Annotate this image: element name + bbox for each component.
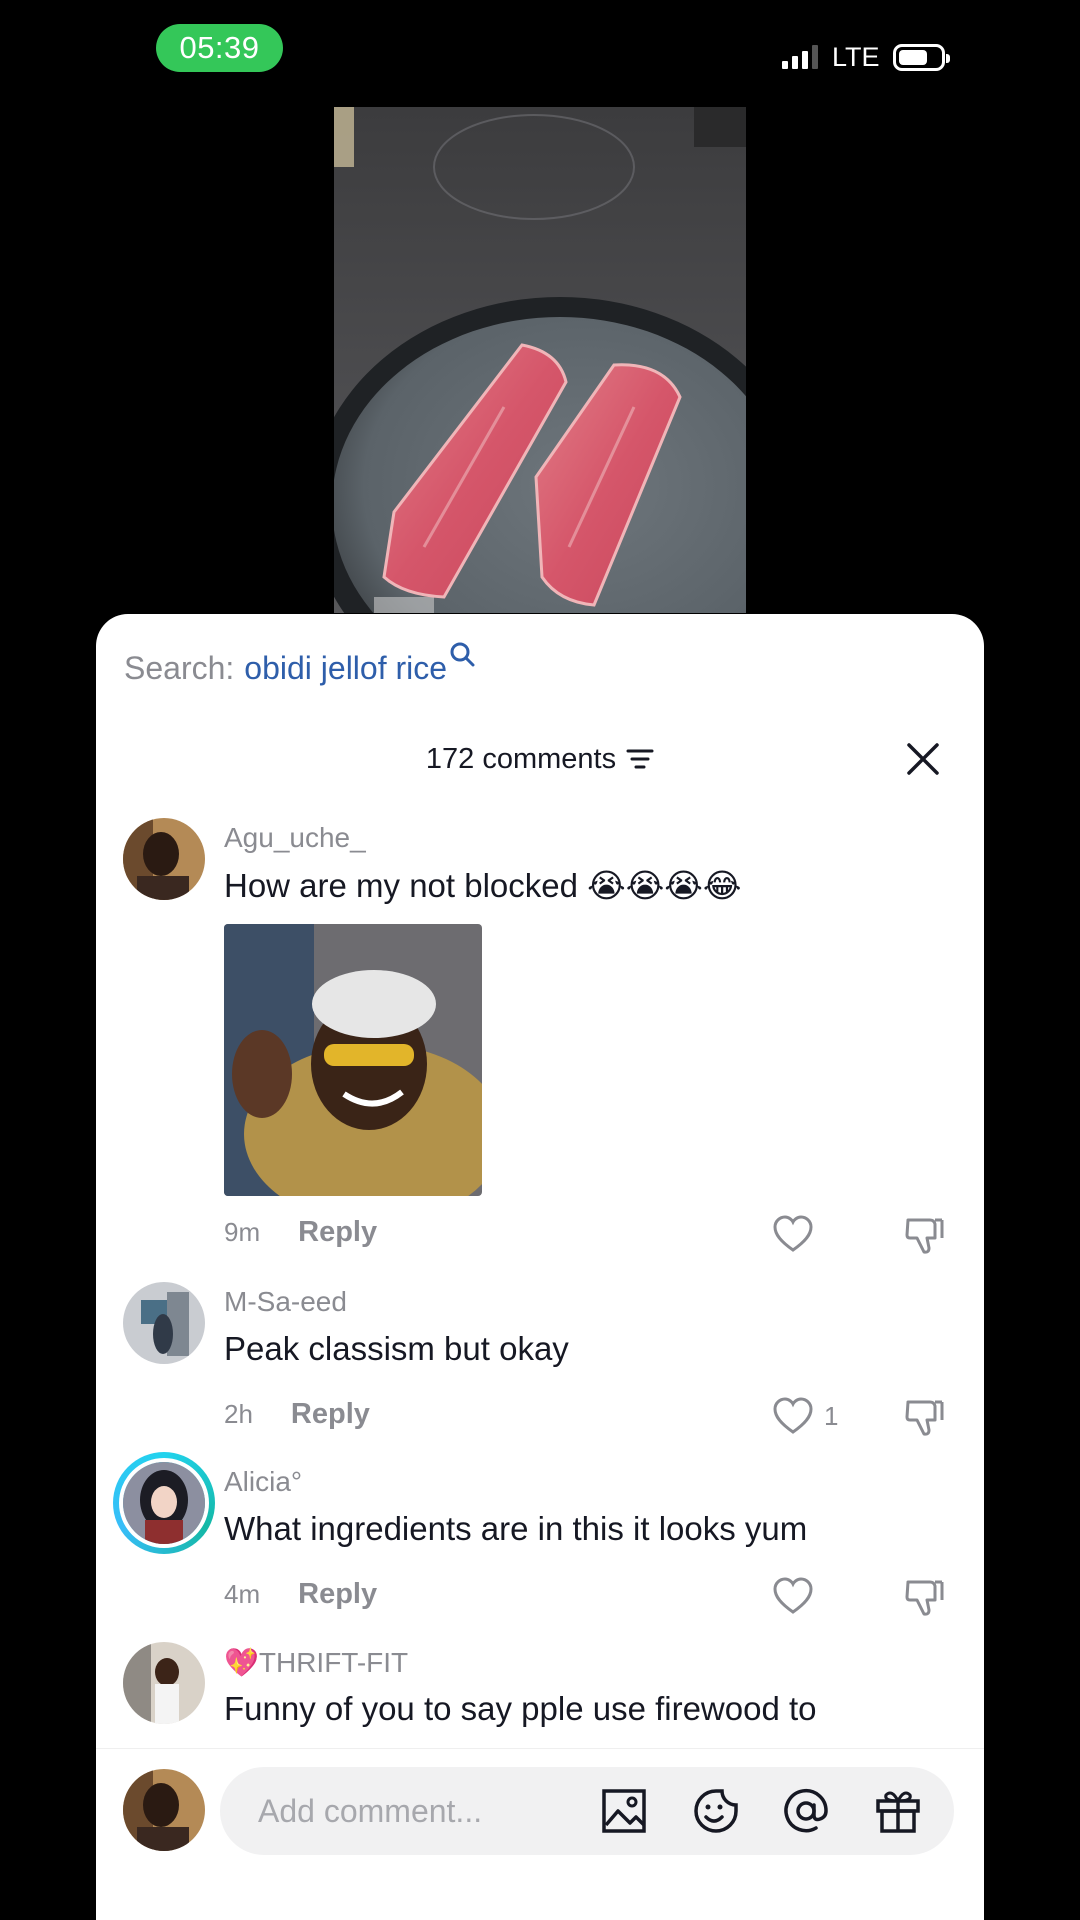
like-button[interactable]	[772, 1577, 814, 1615]
comment-text: How are my not blocked 😭😭😭😂	[224, 867, 742, 904]
image-icon[interactable]	[600, 1787, 648, 1835]
network-label: LTE	[832, 41, 880, 72]
comments-header: 172 comments	[96, 734, 984, 784]
video-player[interactable]	[334, 107, 746, 613]
avatar[interactable]	[123, 1642, 205, 1724]
status-indicators: LTE	[782, 41, 950, 72]
comment-text: Funny of you to say pple use firewood to	[224, 1690, 817, 1727]
search-prefix: Search:	[124, 650, 235, 686]
comment-composer	[96, 1748, 984, 1920]
comment-meta: 4m Reply	[224, 1578, 377, 1611]
comment-username[interactable]: 💖THRIFT-FIT	[224, 1646, 408, 1679]
comment-text: What ingredients are in this it looks yu…	[224, 1510, 808, 1547]
comment-username[interactable]: Agu_uche_	[224, 822, 366, 854]
avatar[interactable]	[123, 1282, 205, 1364]
heart-icon	[773, 1215, 813, 1252]
search-icon	[450, 642, 475, 667]
filter-lines-icon	[626, 749, 654, 769]
comment-time: 4m	[224, 1579, 261, 1609]
comments-count: 172 comments	[425, 743, 617, 775]
reply-button[interactable]: Reply	[291, 1398, 370, 1431]
search-suggestion[interactable]: Search: obidi jellof rice	[124, 642, 475, 687]
comment-time: 2h	[224, 1399, 253, 1429]
gift-icon[interactable]	[874, 1787, 922, 1835]
dislike-icon[interactable]	[904, 1214, 946, 1256]
heart-icon	[773, 1577, 813, 1614]
close-x-icon[interactable]	[906, 742, 940, 776]
comments-sheet: Search: obidi jellof rice 172 comments A…	[96, 614, 984, 1920]
signal-icon	[782, 45, 818, 69]
comment-time: 9m	[224, 1217, 261, 1247]
like-button[interactable]: 1	[772, 1397, 838, 1435]
comment-meta: 2h Reply	[224, 1398, 370, 1431]
reply-button[interactable]: Reply	[298, 1578, 377, 1611]
comments-count-sort[interactable]: 172 comments	[96, 734, 984, 784]
video-frame-image	[334, 107, 746, 613]
status-time: 05:39	[156, 24, 283, 72]
battery-icon	[892, 43, 950, 71]
comment-item: Alicia° What ingredients are in this it …	[96, 1452, 984, 1642]
reply-button[interactable]: Reply	[298, 1216, 377, 1249]
comment-input-container[interactable]	[220, 1767, 954, 1855]
comment-item: M-Sa-eed Peak classism but okay 2h Reply…	[96, 1282, 984, 1462]
like-count: 1	[824, 1400, 839, 1431]
comment-item: Agu_uche_ How are my not blocked 😭😭😭😂 9m…	[96, 818, 984, 1328]
search-term-link[interactable]: obidi jellof rice	[244, 650, 447, 687]
comment-meta: 9m Reply	[224, 1216, 377, 1249]
comment-input[interactable]	[258, 1767, 578, 1855]
like-button[interactable]	[772, 1215, 814, 1253]
comment-text: Peak classism but okay	[224, 1330, 569, 1367]
comment-item: 💖THRIFT-FIT Funny of you to say pple use…	[96, 1642, 984, 1762]
my-avatar[interactable]	[123, 1769, 205, 1851]
heart-icon	[773, 1397, 813, 1434]
comment-username[interactable]: Alicia°	[224, 1466, 302, 1498]
avatar[interactable]	[123, 818, 205, 900]
dislike-icon[interactable]	[904, 1576, 946, 1618]
avatar-story-ring[interactable]	[113, 1452, 215, 1554]
comment-image[interactable]	[224, 924, 482, 1196]
comment-username[interactable]: M-Sa-eed	[224, 1286, 347, 1318]
mention-icon[interactable]	[782, 1787, 830, 1835]
sticker-icon[interactable]	[692, 1787, 740, 1835]
dislike-icon[interactable]	[904, 1396, 946, 1438]
